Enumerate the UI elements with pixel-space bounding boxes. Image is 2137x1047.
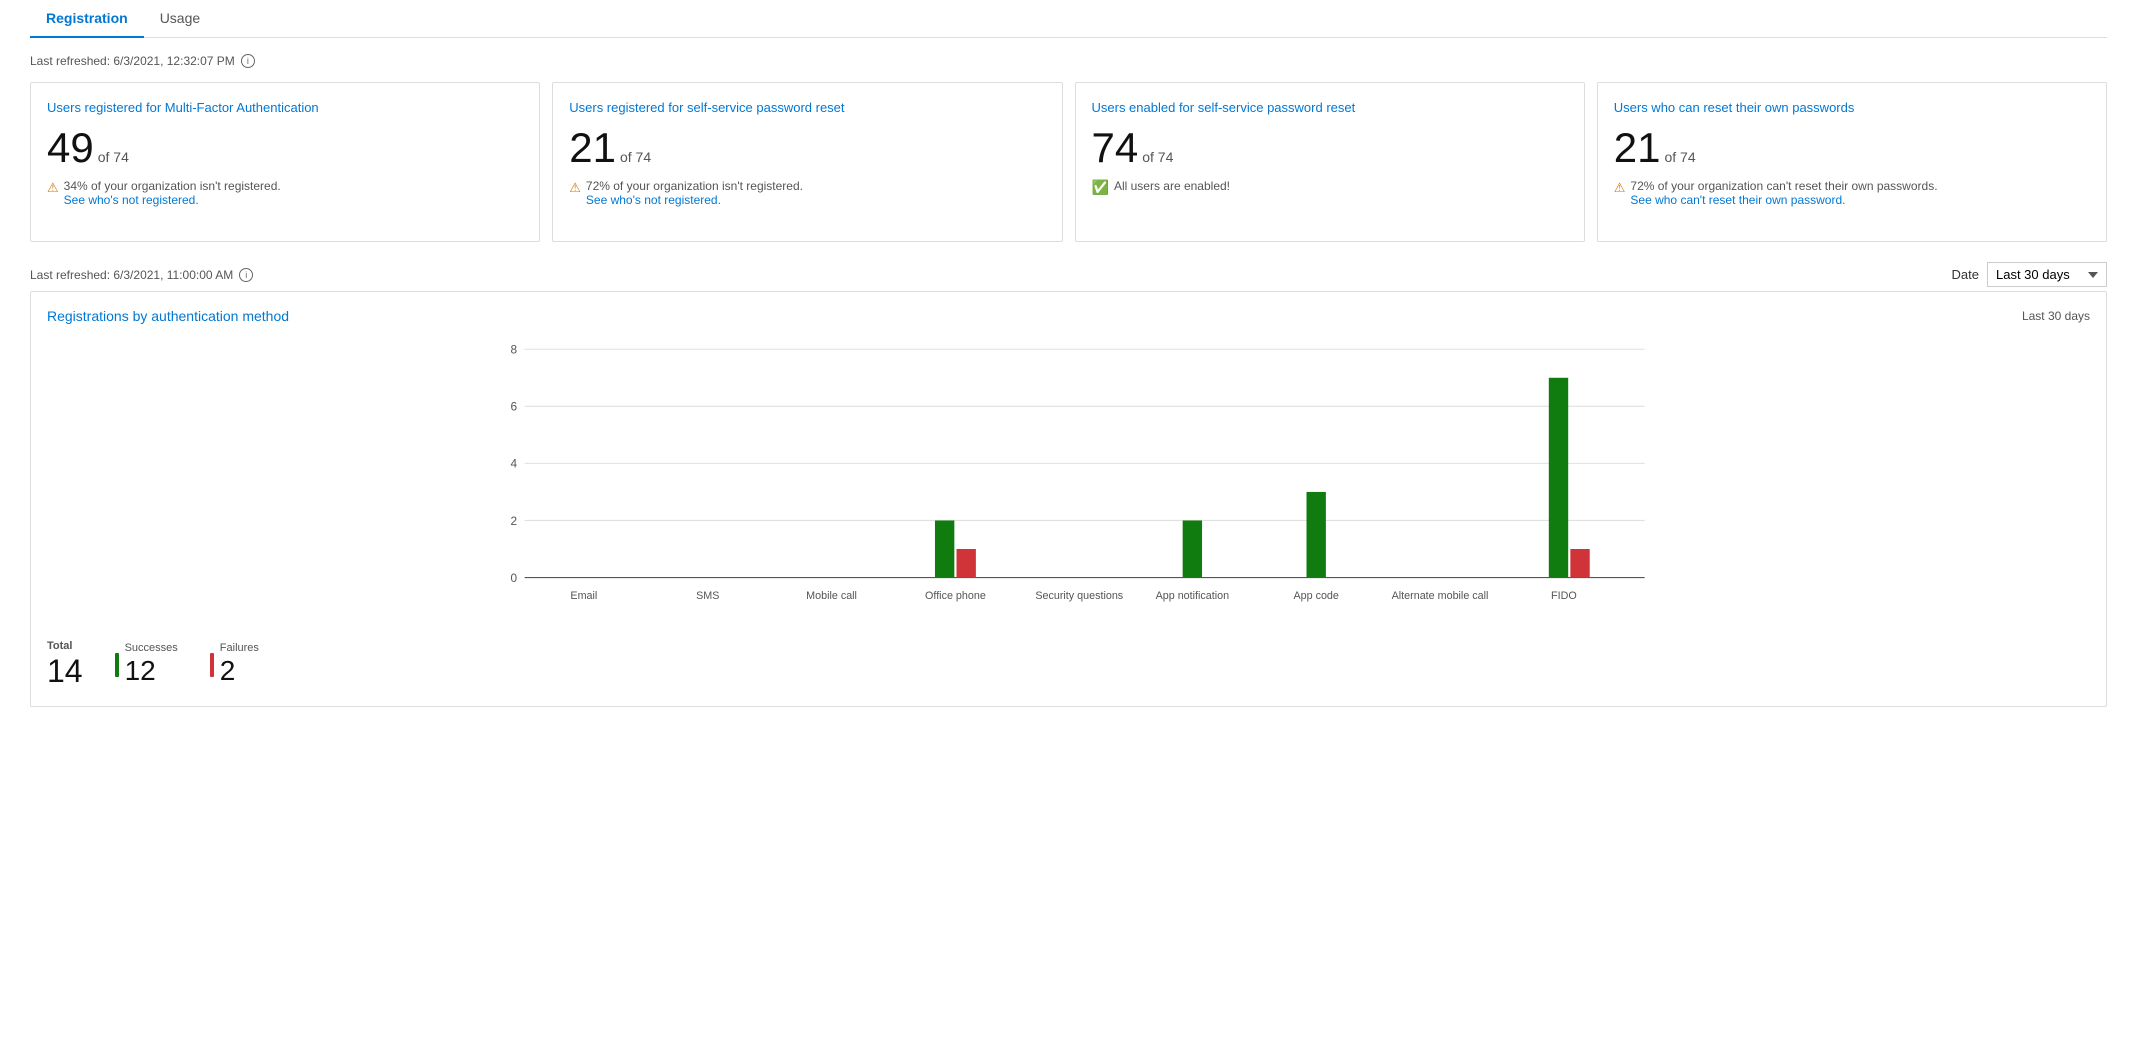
- svg-text:SMS: SMS: [696, 590, 719, 602]
- date-filter-select[interactable]: Last 30 days Last 7 days Last 24 hours: [1987, 262, 2107, 287]
- card-enabled-suffix: of 74: [1142, 150, 1173, 164]
- card-enabled: Users enabled for self-service password …: [1075, 82, 1585, 242]
- legend-value-success: 12: [125, 654, 178, 688]
- tab-bar: Registration Usage: [30, 0, 2107, 38]
- legend-label-success: Successes: [125, 642, 178, 654]
- card-can-reset-number: 21: [1614, 127, 1661, 169]
- chart-section: Registrations by authentication method L…: [30, 291, 2107, 707]
- summary-cards: Users registered for Multi-Factor Authen…: [30, 82, 2107, 242]
- card-can-reset-status: ⚠ 72% of your organization can't reset t…: [1614, 179, 2090, 207]
- chart-footer: Total 14 Successes 12 Failures 2: [47, 628, 2090, 690]
- svg-text:2: 2: [511, 514, 518, 528]
- card-can-reset: Users who can reset their own passwords …: [1597, 82, 2107, 242]
- card-enabled-status-text: All users are enabled!: [1114, 179, 1230, 193]
- svg-text:Alternate mobile call: Alternate mobile call: [1392, 590, 1489, 602]
- chart-period: Last 30 days: [2022, 309, 2090, 323]
- legend-text-success: Successes 12: [125, 642, 178, 688]
- svg-text:App code: App code: [1293, 590, 1338, 602]
- svg-text:Mobile call: Mobile call: [806, 590, 857, 602]
- success-icon-enabled: ✅: [1092, 179, 1109, 196]
- second-refresh-text: Last refreshed: 6/3/2021, 11:00:00 AM: [30, 268, 233, 282]
- card-sspr-number: 21: [569, 127, 616, 169]
- bar-fido-failure: [1570, 549, 1589, 578]
- card-can-reset-status-text: 72% of your organization can't reset the…: [1630, 179, 1937, 207]
- bar-fido-success: [1549, 378, 1568, 578]
- first-refresh-info-icon[interactable]: i: [241, 54, 255, 68]
- card-sspr-title: Users registered for self-service passwo…: [569, 99, 1045, 117]
- second-refresh-row: Last refreshed: 6/3/2021, 11:00:00 AM i …: [30, 262, 2107, 287]
- date-filter-row: Date Last 30 days Last 7 days Last 24 ho…: [1952, 262, 2107, 287]
- svg-text:FIDO: FIDO: [1551, 590, 1577, 602]
- chart-title: Registrations by authentication method: [47, 308, 289, 324]
- card-sspr-count: 21 of 74: [569, 127, 1045, 169]
- legend-value-failure: 2: [220, 654, 259, 688]
- svg-text:Office phone: Office phone: [925, 590, 986, 602]
- total-section: Total 14: [47, 640, 83, 690]
- bar-app-code-success: [1307, 492, 1326, 578]
- svg-text:Email: Email: [570, 590, 597, 602]
- legend-label-failure: Failures: [220, 642, 259, 654]
- chart-area: 8 6 4 2 0: [47, 332, 2090, 612]
- legend-bar-green: [115, 653, 119, 677]
- legend-failures: Failures 2: [210, 642, 259, 688]
- second-refresh-info-icon[interactable]: i: [239, 268, 253, 282]
- card-mfa-count: 49 of 74: [47, 127, 523, 169]
- card-mfa-title: Users registered for Multi-Factor Authen…: [47, 99, 523, 117]
- svg-text:6: 6: [511, 400, 518, 414]
- chart-svg: 8 6 4 2 0: [47, 332, 2090, 612]
- first-refresh-row: Last refreshed: 6/3/2021, 12:32:07 PM i: [30, 54, 2107, 68]
- total-value: 14: [47, 652, 83, 690]
- card-sspr: Users registered for self-service passwo…: [552, 82, 1062, 242]
- card-mfa-suffix: of 74: [98, 150, 129, 164]
- card-mfa-status-text: 34% of your organization isn't registere…: [64, 179, 281, 207]
- chart-header: Registrations by authentication method L…: [47, 308, 2090, 324]
- svg-text:Security questions: Security questions: [1035, 590, 1123, 602]
- first-refresh-text: Last refreshed: 6/3/2021, 12:32:07 PM: [30, 54, 235, 68]
- card-sspr-suffix: of 74: [620, 150, 651, 164]
- card-enabled-title: Users enabled for self-service password …: [1092, 99, 1568, 117]
- warning-icon-sspr: ⚠: [569, 180, 581, 196]
- card-can-reset-count: 21 of 74: [1614, 127, 2090, 169]
- card-mfa: Users registered for Multi-Factor Authen…: [30, 82, 540, 242]
- card-enabled-status: ✅ All users are enabled!: [1092, 179, 1568, 196]
- legend-successes: Successes 12: [115, 642, 178, 688]
- bar-office-phone-success: [935, 520, 954, 577]
- svg-text:4: 4: [511, 457, 518, 471]
- card-can-reset-link[interactable]: See who can't reset their own password.: [1630, 193, 1845, 207]
- svg-text:App notification: App notification: [1156, 590, 1230, 602]
- warning-icon-can-reset: ⚠: [1614, 180, 1626, 196]
- card-can-reset-title: Users who can reset their own passwords: [1614, 99, 2090, 117]
- svg-text:0: 0: [511, 571, 518, 585]
- card-mfa-status: ⚠ 34% of your organization isn't registe…: [47, 179, 523, 207]
- date-filter-label: Date: [1952, 267, 1979, 282]
- card-sspr-link[interactable]: See who's not registered.: [586, 193, 721, 207]
- card-sspr-status: ⚠ 72% of your organization isn't registe…: [569, 179, 1045, 207]
- svg-text:8: 8: [511, 343, 518, 357]
- card-mfa-link[interactable]: See who's not registered.: [64, 193, 199, 207]
- second-refresh-left: Last refreshed: 6/3/2021, 11:00:00 AM i: [30, 268, 253, 282]
- card-enabled-count: 74 of 74: [1092, 127, 1568, 169]
- bar-app-notification-success: [1183, 520, 1202, 577]
- card-sspr-status-text: 72% of your organization isn't registere…: [586, 179, 803, 207]
- total-label: Total: [47, 640, 83, 652]
- card-enabled-number: 74: [1092, 127, 1139, 169]
- tab-usage[interactable]: Usage: [144, 0, 216, 38]
- warning-icon-mfa: ⚠: [47, 180, 59, 196]
- tab-registration[interactable]: Registration: [30, 0, 144, 38]
- card-can-reset-suffix: of 74: [1664, 150, 1695, 164]
- legend-text-failure: Failures 2: [220, 642, 259, 688]
- legend-bar-red: [210, 653, 214, 677]
- bar-office-phone-failure: [957, 549, 976, 578]
- card-mfa-number: 49: [47, 127, 94, 169]
